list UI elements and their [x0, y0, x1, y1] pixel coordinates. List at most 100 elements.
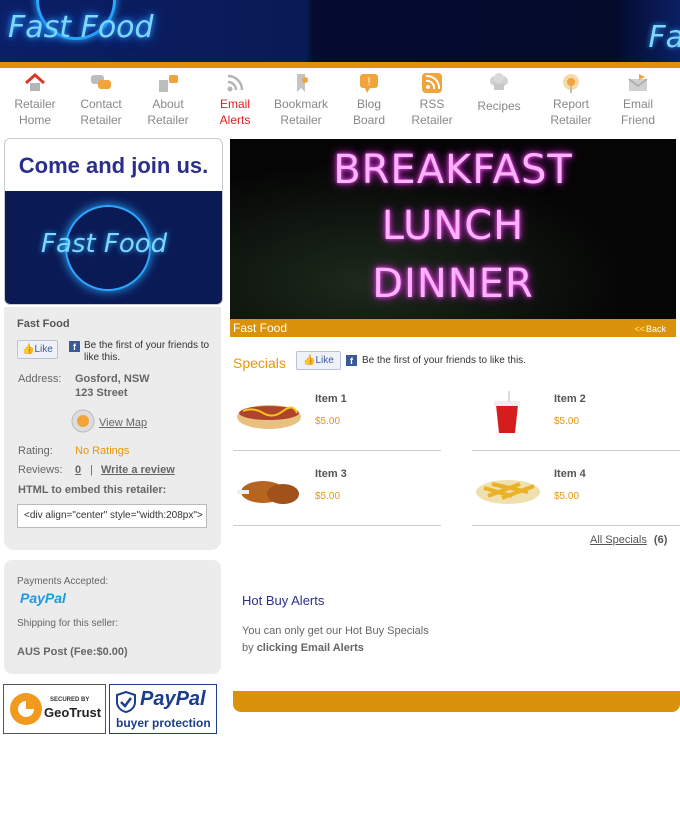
write-review-link[interactable]: Write a review [101, 464, 175, 476]
nav-label: Retailer [280, 113, 322, 127]
nav-email-alerts[interactable]: Email Alerts [200, 70, 270, 126]
rating-label: Rating: [18, 445, 53, 457]
special-item-name: Item 4 [554, 468, 586, 480]
join-promo-box[interactable]: Come and join us. Fast Food [4, 138, 223, 305]
reviews-label: Reviews: [18, 464, 63, 476]
nav-label: Recipes [477, 99, 521, 113]
nav-label: Retailer [14, 97, 56, 111]
specials-facebook-like-button[interactable]: 👍Like [296, 351, 341, 370]
specials-like-text: Be the first of your friends to like thi… [362, 355, 526, 366]
banner-logo-right: Fa [648, 20, 680, 55]
paypal-badge-sub: buyer protection [116, 716, 211, 730]
chat-icon [91, 75, 111, 89]
nav-blog-board[interactable]: ! Blog Board [334, 70, 404, 126]
address-line1: Gosford, NSW [75, 373, 150, 385]
nav-label: Bookmark [273, 97, 329, 111]
nav-label: About [152, 97, 184, 111]
blog-icon: ! [360, 74, 378, 93]
soda-cup-image [494, 391, 520, 433]
hot-buy-text: You can only get our Hot Buy Specials by… [242, 623, 429, 657]
reviews-separator: | [90, 464, 93, 476]
special-item-1[interactable]: Item 1 $5.00 [233, 387, 441, 451]
all-specials-row: All Specials (6) [590, 534, 667, 546]
retailer-info-panel: Fast Food 👍Like f Be the first of your f… [4, 307, 221, 550]
back-label: Back [645, 324, 666, 334]
facebook-like-button[interactable]: 👍Like [17, 340, 58, 359]
nav-label: Blog [356, 97, 382, 111]
like-social-text: Be the first of your friends to like thi… [84, 340, 210, 363]
back-arrows-icon: << [634, 324, 645, 334]
special-item-name: Item 3 [315, 468, 347, 480]
nav-label: Retailer [80, 113, 122, 127]
paypal-shield-icon [116, 691, 136, 713]
special-item-price: $5.00 [554, 416, 580, 427]
join-logo-text: Fast Food [41, 229, 168, 259]
nav-contact-retailer[interactable]: Contact Retailer [66, 70, 136, 126]
chef-hat-icon [490, 73, 508, 90]
geotrust-name: GeoTrust [44, 705, 102, 720]
view-map-link[interactable]: View Map [99, 417, 147, 429]
clicking-email-alerts-link[interactable]: clicking Email Alerts [257, 642, 364, 654]
nav-label: Contact [80, 97, 122, 111]
nav-email-friend[interactable]: Email Friend [603, 70, 673, 126]
nav-label: Retailer [411, 113, 453, 127]
address-label: Address: [18, 373, 62, 385]
nav-label: RSS [419, 97, 445, 111]
nav-label: Retailer [147, 113, 189, 127]
geotrust-badge[interactable]: SECURED BY GeoTrust [3, 684, 106, 734]
special-item-2[interactable]: Item 2 $5.00 [472, 387, 680, 451]
hero-neon-image: BREAKFAST LUNCH DINNER [230, 139, 676, 319]
hero-caption-title: Fast Food [233, 321, 288, 335]
join-logo-image: Fast Food [5, 191, 222, 304]
nav-label: Retailer [550, 113, 592, 127]
people-icon [159, 75, 178, 92]
fries-image [476, 480, 540, 504]
rss-icon [227, 74, 244, 92]
special-item-price: $5.00 [315, 416, 341, 427]
like-label: Like [315, 355, 334, 366]
nav-rss-retailer[interactable]: RSS Retailer [397, 70, 467, 126]
paypal-badge-name: PayPal [140, 688, 206, 710]
specials-title: Specials [233, 355, 286, 371]
shipping-label: Shipping for this seller: [17, 618, 119, 629]
hot-buy-text-prefix: by [242, 642, 254, 654]
nav-recipes[interactable]: Recipes [464, 70, 534, 112]
home-icon [25, 72, 45, 91]
nav-about-retailer[interactable]: About Retailer [133, 70, 203, 126]
embed-label: HTML to embed this retailer: [18, 484, 167, 496]
shipping-value: AUS Post (Fee:$0.00) [17, 646, 128, 658]
special-item-name: Item 1 [315, 393, 347, 405]
svg-text:!: ! [367, 76, 370, 88]
neon-lunch: LUNCH [381, 203, 525, 249]
nav-bookmark-retailer[interactable]: Bookmark Retailer [266, 70, 336, 126]
all-specials-link[interactable]: All Specials [590, 534, 647, 546]
geotrust-secured-label: SECURED BY [50, 697, 90, 703]
banner-logo[interactable]: Fast Food [8, 10, 154, 45]
all-specials-count: (6) [653, 534, 668, 546]
paypal-logo-text: PayPal [20, 590, 66, 606]
nav-report-retailer[interactable]: Report Retailer [536, 70, 606, 126]
paypal-logo: PayPal [20, 590, 66, 606]
thumbs-up-icon: 👍 [303, 355, 316, 366]
hot-buy-text-line1: You can only get our Hot Buy Specials [242, 625, 429, 637]
nav-label: Board [352, 113, 386, 127]
chicken-image [237, 481, 299, 504]
embed-code-field[interactable]: <div align="center" style="width:208px"> [17, 504, 207, 528]
neon-breakfast: BREAKFAST [333, 147, 573, 193]
back-link[interactable]: <<Back [634, 324, 666, 334]
special-item-4[interactable]: Item 4 $5.00 [472, 462, 680, 526]
report-icon [563, 74, 579, 93]
special-item-name: Item 2 [554, 393, 586, 405]
nav-retailer-home[interactable]: Retailer Home [0, 70, 70, 126]
paypal-buyer-protection-badge[interactable]: PayPal buyer protection [109, 684, 217, 734]
hero-caption-bar: Fast Food <<Back [230, 319, 676, 337]
banner-divider [0, 62, 680, 68]
special-item-3[interactable]: Item 3 $5.00 [233, 462, 441, 526]
map-globe-icon[interactable] [71, 409, 95, 433]
neon-dinner: DINNER [372, 261, 534, 307]
special-item-price: $5.00 [315, 491, 341, 502]
reviews-count-link[interactable]: 0 [75, 464, 81, 476]
retailer-nav: Retailer Home Contact Retailer About Ret… [0, 70, 680, 130]
nav-label: Report [552, 97, 590, 111]
nav-label: Email [622, 97, 653, 111]
